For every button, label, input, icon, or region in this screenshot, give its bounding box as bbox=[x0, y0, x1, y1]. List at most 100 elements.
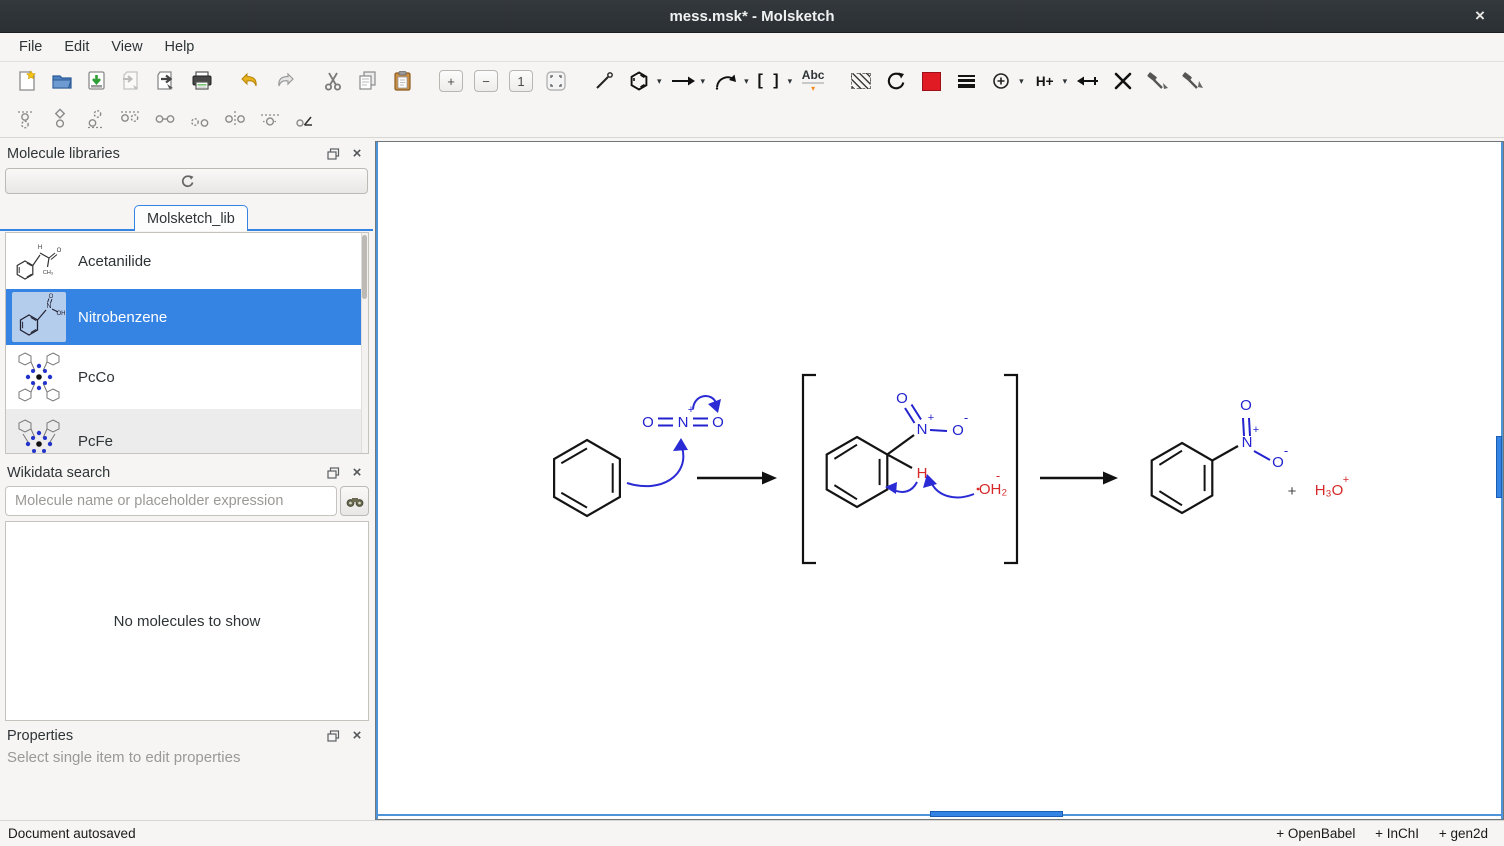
new-document-button[interactable] bbox=[12, 66, 42, 96]
charge-label: + bbox=[1253, 424, 1259, 436]
wikidata-panel-header: Wikidata search × bbox=[0, 461, 373, 484]
undo-button[interactable] bbox=[235, 66, 265, 96]
charge-tool[interactable] bbox=[986, 66, 1016, 96]
menu-file[interactable]: File bbox=[8, 35, 53, 59]
status-inchi: + InChI bbox=[1375, 826, 1419, 841]
libraries-float-icon[interactable] bbox=[324, 146, 342, 162]
drawing-canvas[interactable]: O N O + bbox=[375, 141, 1504, 820]
menu-view[interactable]: View bbox=[100, 35, 153, 59]
status-capabilities: + OpenBabel + InChI + gen2d bbox=[1276, 826, 1504, 841]
menu-help[interactable]: Help bbox=[154, 35, 206, 59]
wikidata-float-icon[interactable] bbox=[324, 465, 342, 481]
atom-label: N bbox=[678, 414, 689, 431]
zoom-in-button[interactable]: + bbox=[436, 66, 466, 96]
library-refresh-button[interactable] bbox=[5, 168, 368, 194]
list-item-pcco[interactable]: PcCo bbox=[6, 345, 368, 409]
library-scrollbar-thumb[interactable] bbox=[362, 235, 367, 299]
wikidata-empty-message: No molecules to show bbox=[114, 613, 261, 630]
zoom-out-button[interactable]: − bbox=[471, 66, 501, 96]
reaction-arrow-tool[interactable] bbox=[668, 66, 698, 96]
draw-bond-icon bbox=[592, 69, 616, 93]
export-icon bbox=[155, 69, 179, 93]
draw-bond-tool[interactable] bbox=[589, 66, 619, 96]
align-left-icon bbox=[118, 108, 142, 130]
mechanism-tool-button[interactable] bbox=[1143, 66, 1173, 96]
wikidata-results: No molecules to show bbox=[5, 521, 369, 721]
list-item-acetanilide[interactable]: HOCH₃ Acetanilide bbox=[6, 233, 368, 289]
list-item-nitrobenzene[interactable]: NOOH Nitrobenzene bbox=[6, 289, 368, 345]
atom-label: N bbox=[917, 421, 928, 438]
plus-sign: + bbox=[1288, 483, 1297, 500]
libraries-close-icon[interactable]: × bbox=[348, 146, 366, 162]
wikidata-close-icon[interactable]: × bbox=[348, 465, 366, 481]
mechanism-arrow-tool[interactable] bbox=[711, 66, 741, 96]
save-button[interactable] bbox=[82, 66, 112, 96]
hydrogen-dropdown-icon[interactable]: ▾ bbox=[1063, 76, 1068, 87]
binoculars-icon bbox=[346, 494, 364, 508]
copy-button[interactable] bbox=[353, 66, 383, 96]
save-icon bbox=[85, 69, 109, 93]
align-left-button[interactable] bbox=[115, 104, 145, 134]
open-button[interactable] bbox=[47, 66, 77, 96]
ring-tool[interactable] bbox=[624, 66, 654, 96]
align-right-button[interactable] bbox=[185, 104, 215, 134]
horizontal-scrollbar-thumb[interactable] bbox=[930, 811, 1063, 817]
reaction-arrow-1 bbox=[697, 472, 777, 485]
list-item-pcfe[interactable]: PcFe bbox=[6, 409, 368, 454]
vertical-scrollbar-thumb[interactable] bbox=[1496, 436, 1502, 498]
set-bond-angle-button[interactable] bbox=[290, 104, 320, 134]
charge-label: - bbox=[964, 410, 968, 425]
properties-hint: Select single item to edit properties bbox=[7, 749, 240, 766]
zoom-original-button[interactable]: 1 bbox=[506, 66, 536, 96]
tab-molsketch-lib[interactable]: Molsketch_lib bbox=[134, 205, 248, 231]
print-button[interactable] bbox=[187, 66, 217, 96]
main-toolbar: + − 1 ▾ ▾ ▾ [ ] ▾ Abc ▾ ▾ H+ ▾ bbox=[0, 62, 1504, 100]
align-horizontal-center-button[interactable] bbox=[150, 104, 180, 134]
hydrogen-icon: H+ bbox=[1036, 74, 1054, 89]
hatch-selection-tool[interactable] bbox=[846, 66, 876, 96]
properties-close-icon[interactable]: × bbox=[348, 728, 366, 744]
library-list-scrollbar[interactable] bbox=[361, 233, 368, 453]
ring-dropdown-icon[interactable]: ▾ bbox=[657, 76, 662, 87]
zoom-fit-button[interactable] bbox=[541, 66, 571, 96]
mechanism-tool-2-button[interactable] bbox=[1178, 66, 1208, 96]
charge-dropdown-icon[interactable]: ▾ bbox=[1019, 76, 1024, 87]
properties-float-icon[interactable] bbox=[324, 728, 342, 744]
mechanism-arrow-water-to-h bbox=[923, 474, 974, 497]
cut-button[interactable] bbox=[318, 66, 348, 96]
delete-tool[interactable] bbox=[1108, 66, 1138, 96]
align-top-button[interactable] bbox=[10, 104, 40, 134]
line-width-button[interactable] bbox=[951, 66, 981, 96]
library-tabstrip: Molsketch_lib bbox=[0, 202, 373, 231]
bracket-dropdown-icon[interactable]: ▾ bbox=[788, 76, 793, 87]
window-title: mess.msk* - Molsketch bbox=[669, 8, 834, 25]
redo-button[interactable] bbox=[270, 66, 300, 96]
alignment-toolbar bbox=[0, 100, 1504, 138]
svg-text:O: O bbox=[57, 248, 62, 254]
lone-pair-tool[interactable] bbox=[1073, 66, 1103, 96]
menu-edit[interactable]: Edit bbox=[53, 35, 100, 59]
align-bottom-button[interactable] bbox=[80, 104, 110, 134]
distribute-vertical-icon bbox=[258, 108, 282, 130]
mechanism-arrow-benzene-to-nitronium bbox=[627, 438, 688, 486]
align-right-icon bbox=[188, 108, 212, 130]
window-close-icon[interactable]: × bbox=[1468, 4, 1492, 28]
svg-text:OH: OH bbox=[57, 311, 66, 317]
distribute-vertical-button[interactable] bbox=[255, 104, 285, 134]
hydrogen-tool[interactable]: H+ bbox=[1030, 66, 1060, 96]
reaction-arrow-dropdown-icon[interactable]: ▾ bbox=[701, 76, 706, 87]
mechanism-arrow-no-bond-hook bbox=[693, 396, 721, 413]
distribute-horizontal-button[interactable] bbox=[220, 104, 250, 134]
wikidata-search-button[interactable] bbox=[340, 486, 369, 516]
bracket-tool[interactable]: [ ] bbox=[755, 66, 785, 96]
export-button[interactable] bbox=[152, 66, 182, 96]
rotate-tool[interactable] bbox=[881, 66, 911, 96]
status-openbabel: + OpenBabel bbox=[1276, 826, 1355, 841]
align-vertical-center-button[interactable] bbox=[45, 104, 75, 134]
paste-button[interactable] bbox=[388, 66, 418, 96]
import-button[interactable] bbox=[117, 66, 147, 96]
wikidata-search-input[interactable] bbox=[5, 486, 337, 516]
color-swatch-button[interactable] bbox=[916, 66, 946, 96]
mechanism-arrow-dropdown-icon[interactable]: ▾ bbox=[744, 76, 749, 87]
text-tool[interactable]: Abc ▾ bbox=[798, 66, 828, 96]
